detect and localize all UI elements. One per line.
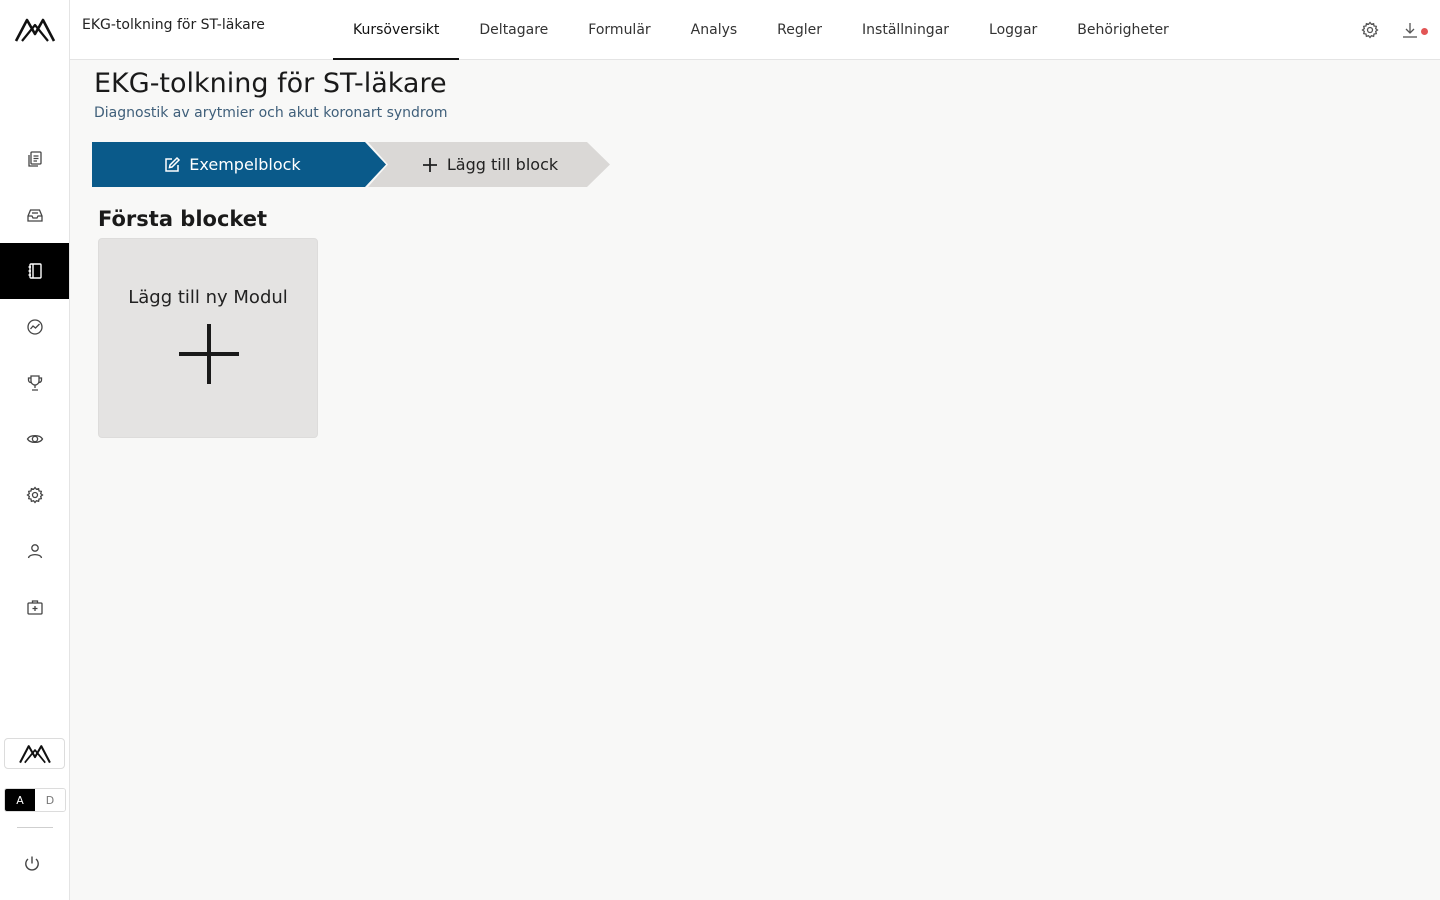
language-option-d[interactable]: D <box>35 789 65 811</box>
sidebar-divider <box>17 827 53 828</box>
notification-dot <box>1421 28 1428 35</box>
tab-loggar[interactable]: Loggar <box>969 0 1057 60</box>
notebook-icon <box>28 263 42 279</box>
block-tabs: Exempelblock Lägg till block <box>92 142 612 188</box>
add-block-label: Lägg till block <box>446 155 559 174</box>
brand-logo-icon <box>18 744 51 763</box>
plus-icon <box>179 324 239 384</box>
tab-formular[interactable]: Formulär <box>568 0 670 60</box>
tab-behorigheter[interactable]: Behörigheter <box>1057 0 1189 60</box>
section-title: Första blocket <box>98 207 268 231</box>
gear-icon[interactable] <box>1361 21 1379 39</box>
language-option-a[interactable]: A <box>5 789 35 811</box>
add-block-button[interactable]: Lägg till block <box>387 142 592 187</box>
documents-icon <box>27 151 42 167</box>
edit-icon <box>165 156 181 172</box>
tab-analys[interactable]: Analys <box>671 0 758 60</box>
sidebar-item-notebook[interactable] <box>0 243 69 299</box>
top-bar: EKG-tolkning för ST-läkare Kursöversikt … <box>70 0 1440 60</box>
tab-bar: Kursöversikt Deltagare Formulär Analys R… <box>333 0 1189 60</box>
tab-deltagare[interactable]: Deltagare <box>459 0 568 60</box>
trophy-icon <box>27 375 42 391</box>
analytics-icon <box>26 319 43 335</box>
app-title: EKG-tolkning för ST-läkare <box>82 17 265 33</box>
power-icon[interactable] <box>23 855 41 873</box>
plus-icon <box>422 157 437 172</box>
tab-regler[interactable]: Regler <box>757 0 842 60</box>
sidebar-item-preview[interactable] <box>0 411 69 467</box>
page-title: EKG-tolkning för ST-läkare <box>94 68 447 99</box>
brand-logo-button[interactable] <box>4 738 65 769</box>
block-tab-exempelblock[interactable]: Exempelblock <box>92 142 372 187</box>
block-tab-label: Exempelblock <box>189 155 301 174</box>
sidebar-item-users[interactable] <box>0 523 69 579</box>
sidebar: A D <box>0 0 70 900</box>
app-logo[interactable] <box>13 16 57 44</box>
gear-icon <box>25 486 44 504</box>
add-module-card[interactable]: Lägg till ny Modul <box>98 238 318 438</box>
inbox-icon <box>26 209 43 222</box>
tab-kursoversikt[interactable]: Kursöversikt <box>333 0 460 60</box>
sidebar-item-settings[interactable] <box>0 467 69 523</box>
sidebar-item-documents[interactable] <box>0 131 69 187</box>
sidebar-item-medical[interactable] <box>0 579 69 635</box>
page-subtitle: Diagnostik av arytmier och akut koronart… <box>94 105 448 121</box>
eye-icon <box>26 434 43 444</box>
add-module-label: Lägg till ny Modul <box>128 287 288 308</box>
sidebar-item-analytics[interactable] <box>0 299 69 355</box>
language-toggle[interactable]: A D <box>4 788 66 812</box>
sidebar-item-inbox[interactable] <box>0 187 69 243</box>
tab-installningar[interactable]: Inställningar <box>842 0 969 60</box>
medical-kit-icon <box>26 600 43 615</box>
user-icon <box>27 544 42 559</box>
download-icon[interactable] <box>1401 21 1419 39</box>
sidebar-item-trophy[interactable] <box>0 355 69 411</box>
